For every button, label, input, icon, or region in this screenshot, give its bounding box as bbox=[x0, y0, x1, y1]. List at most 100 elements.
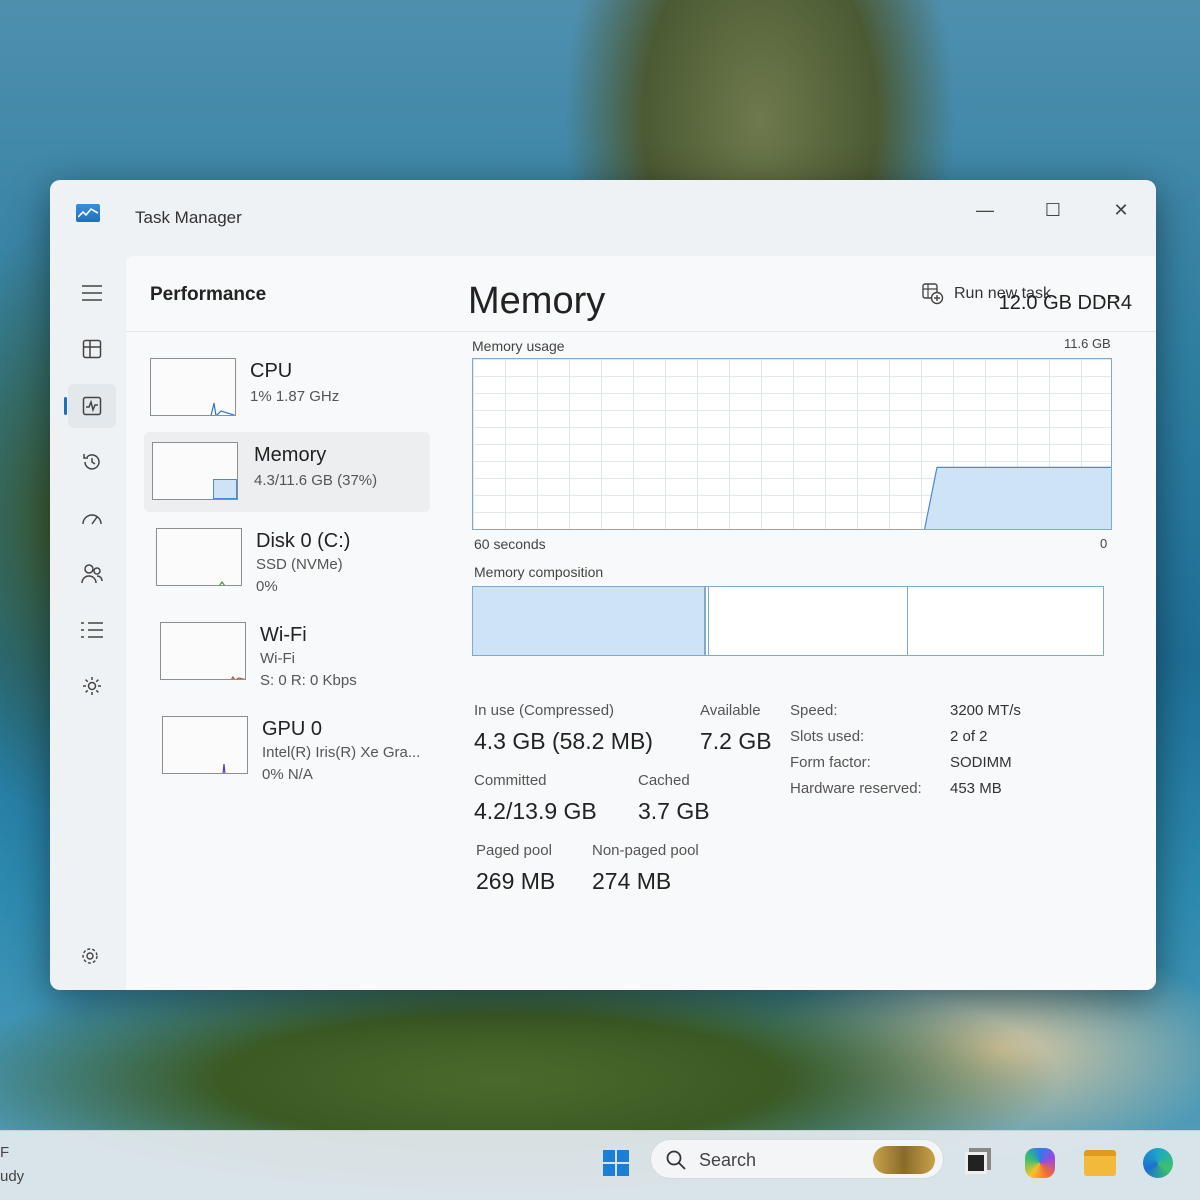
performance-icon bbox=[82, 396, 102, 416]
hardware-reserved-key: Hardware reserved: bbox=[790, 780, 922, 797]
window-title: Task Manager bbox=[135, 208, 242, 227]
non-paged-pool-label: Non-paged pool bbox=[592, 842, 699, 859]
paged-pool-label: Paged pool bbox=[476, 842, 552, 859]
committed-label: Committed bbox=[474, 772, 547, 789]
device-name: GPU 0 bbox=[262, 718, 323, 740]
in-use-label: In use (Compressed) bbox=[474, 702, 615, 719]
startup-apps-icon bbox=[82, 514, 102, 525]
file-explorer-button[interactable] bbox=[1080, 1143, 1120, 1183]
committed-value: 4.2/13.9 GB bbox=[474, 798, 597, 824]
device-name: Wi-Fi bbox=[260, 624, 307, 646]
device-detail: SSD (NVMe) bbox=[256, 556, 343, 573]
app-history-icon bbox=[83, 454, 100, 470]
non-paged-pool-value: 274 MB bbox=[592, 868, 672, 894]
composition-free bbox=[908, 587, 1103, 655]
details-icon bbox=[81, 622, 103, 638]
device-item-cpu[interactable]: CPU 1% 1.87 GHz bbox=[144, 348, 430, 428]
nav-settings[interactable] bbox=[72, 938, 108, 974]
folder-icon bbox=[1084, 1150, 1116, 1176]
form-factor-value: SODIMM bbox=[950, 754, 1012, 771]
search-highlight-icon bbox=[873, 1146, 935, 1174]
device-item-memory[interactable]: Memory 4.3/11.6 GB (37%) bbox=[144, 432, 430, 512]
settings-icon bbox=[82, 948, 98, 964]
graph-time-left: 60 seconds bbox=[474, 536, 546, 552]
page-title: Performance bbox=[150, 284, 267, 305]
gpu-thumbnail-graph bbox=[162, 716, 248, 774]
nav-services[interactable] bbox=[68, 664, 116, 708]
copilot-button[interactable] bbox=[1020, 1143, 1060, 1183]
disk-thumbnail-graph bbox=[156, 528, 242, 586]
edge-browser-button[interactable] bbox=[1138, 1143, 1178, 1183]
task-manager-app-icon bbox=[76, 204, 100, 222]
composition-in-use bbox=[473, 587, 707, 655]
services-icon bbox=[83, 677, 101, 695]
slots-used-value: 2 of 2 bbox=[950, 728, 988, 745]
task-view-icon bbox=[965, 1152, 987, 1174]
device-detail: Wi-Fi bbox=[260, 650, 295, 667]
memory-composition-bar bbox=[472, 586, 1104, 656]
slots-used-key: Slots used: bbox=[790, 728, 865, 745]
cpu-thumbnail-graph bbox=[150, 358, 236, 416]
device-detail: 1% 1.87 GHz bbox=[250, 388, 340, 405]
close-button[interactable]: ✕ bbox=[1098, 190, 1144, 230]
memory-usage-label: Memory usage bbox=[472, 338, 565, 354]
maximize-icon: ☐ bbox=[1044, 199, 1062, 220]
device-detail: 4.3/11.6 GB (37%) bbox=[254, 472, 378, 489]
device-detail: 0% bbox=[256, 578, 278, 595]
search-placeholder: Search bbox=[699, 1150, 757, 1170]
memory-heading: Memory bbox=[468, 280, 606, 322]
memory-detail: Memory 12.0 GB DDR4 Memory usage 11.6 GB… bbox=[456, 256, 1156, 990]
nav-processes[interactable] bbox=[68, 327, 116, 371]
available-value: 7.2 GB bbox=[700, 728, 772, 754]
wifi-thumbnail-graph bbox=[160, 622, 246, 680]
device-item-gpu[interactable]: GPU 0 Intel(R) Iris(R) Xe Gra... 0% N/A bbox=[144, 706, 430, 786]
paged-pool-value: 269 MB bbox=[476, 868, 556, 894]
search-icon bbox=[666, 1150, 686, 1170]
windows-start-icon bbox=[603, 1150, 629, 1176]
memory-spec: 12.0 GB DDR4 bbox=[998, 292, 1132, 314]
device-item-wifi[interactable]: Wi-Fi Wi-Fi S: 0 R: 0 Kbps bbox=[144, 612, 430, 692]
edge-icon bbox=[1143, 1148, 1173, 1178]
task-view-button[interactable] bbox=[956, 1143, 996, 1183]
cached-label: Cached bbox=[638, 772, 690, 789]
weather-widget[interactable]: F udy bbox=[0, 1141, 24, 1189]
maximize-button[interactable]: ☐ bbox=[1030, 190, 1076, 230]
menu-icon bbox=[82, 285, 102, 301]
nav-menu-button[interactable] bbox=[68, 271, 116, 315]
nav-users[interactable] bbox=[68, 552, 116, 596]
close-icon: ✕ bbox=[1113, 199, 1129, 220]
nav-performance[interactable] bbox=[64, 384, 116, 428]
processes-icon bbox=[82, 339, 102, 359]
device-detail: 0% N/A bbox=[262, 766, 313, 783]
device-name: Disk 0 (C:) bbox=[256, 530, 351, 552]
device-detail: Intel(R) Iris(R) Xe Gra... bbox=[262, 744, 421, 761]
weather-line: F bbox=[0, 1144, 10, 1161]
task-manager-window: Task Manager — ☐ ✕ Performance Run new t… bbox=[50, 180, 1156, 990]
memory-thumbnail-graph bbox=[152, 442, 238, 500]
minimize-icon: — bbox=[976, 199, 994, 220]
memory-usage-area bbox=[923, 466, 1111, 529]
device-name: CPU bbox=[250, 360, 293, 382]
in-use-value: 4.3 GB (58.2 MB) bbox=[474, 728, 653, 754]
device-item-disk[interactable]: Disk 0 (C:) SSD (NVMe) 0% bbox=[144, 518, 430, 598]
taskbar: F udy Search bbox=[0, 1130, 1200, 1200]
graph-time-right: 0 bbox=[1100, 536, 1108, 551]
nav-app-history[interactable] bbox=[68, 440, 116, 484]
memory-composition-label: Memory composition bbox=[474, 564, 604, 580]
nav-rail bbox=[50, 256, 126, 990]
start-button[interactable] bbox=[596, 1143, 636, 1183]
nav-details[interactable] bbox=[68, 608, 116, 652]
minimize-button[interactable]: — bbox=[962, 190, 1008, 230]
speed-key: Speed: bbox=[790, 702, 838, 719]
cached-value: 3.7 GB bbox=[638, 798, 710, 824]
taskbar-search[interactable]: Search bbox=[650, 1139, 944, 1179]
speed-value: 3200 MT/s bbox=[950, 702, 1021, 719]
hardware-reserved-value: 453 MB bbox=[950, 780, 1002, 797]
weather-line: udy bbox=[0, 1168, 25, 1185]
users-icon bbox=[81, 564, 103, 584]
nav-startup-apps[interactable] bbox=[68, 496, 116, 540]
composition-standby bbox=[709, 587, 908, 655]
device-detail: S: 0 R: 0 Kbps bbox=[260, 672, 357, 689]
memory-usage-graph bbox=[472, 358, 1112, 530]
title-bar[interactable]: Task Manager — ☐ ✕ bbox=[50, 180, 1156, 256]
